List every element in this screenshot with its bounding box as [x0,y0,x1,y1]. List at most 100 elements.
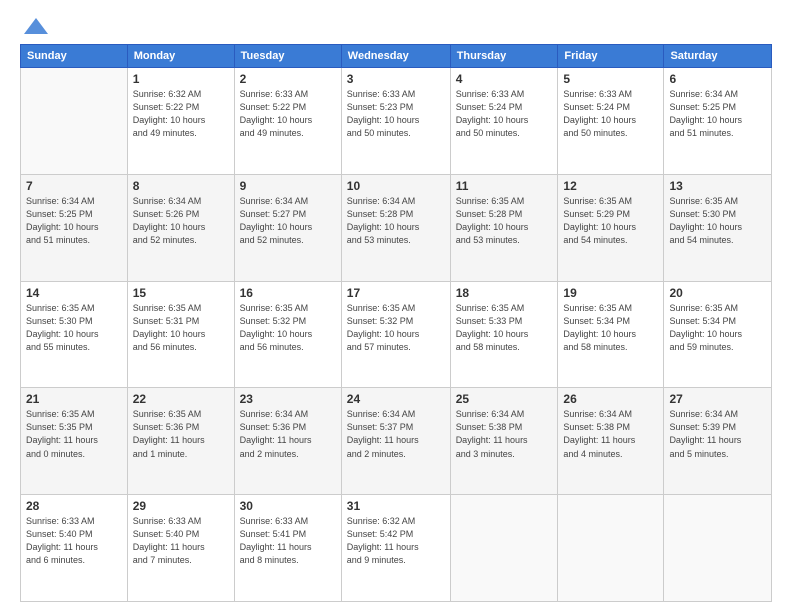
day-info: Sunrise: 6:34 AM Sunset: 5:36 PM Dayligh… [240,408,336,460]
calendar-day-27: 27 Sunrise: 6:34 AM Sunset: 5:39 PM Dayli… [664,388,772,495]
calendar-empty [450,495,558,602]
day-info: Sunrise: 6:35 AM Sunset: 5:31 PM Dayligh… [133,302,229,354]
calendar-day-5: 5Sunrise: 6:33 AM Sunset: 5:24 PM Daylig… [558,68,664,175]
calendar-day-2: 2 Sunrise: 6:33 AM Sunset: 5:22 PM Daylig… [234,68,341,175]
day-info: Sunrise: 6:34 AM Sunset: 5:27 PM Dayligh… [240,195,336,247]
calendar-day-30: 30 Sunrise: 6:33 AM Sunset: 5:41 PM Dayli… [234,495,341,602]
day-number: 13 [669,179,766,193]
calendar-day-15: 15 Sunrise: 6:35 AM Sunset: 5:31 PM Dayli… [127,281,234,388]
calendar-empty [558,495,664,602]
day-info: Sunrise: 6:35 AM Sunset: 5:30 PM Dayligh… [669,195,766,247]
day-number: 15 [133,286,229,300]
day-info: Sunrise: 6:35 AM Sunset: 5:33 PM Dayligh… [456,302,553,354]
calendar-day-10: 10Sunrise: 6:34 AM Sunset: 5:28 PM Dayli… [341,174,450,281]
calendar-day-13: 13 Sunrise: 6:35 AM Sunset: 5:30 PM Dayli… [664,174,772,281]
day-info: Sunrise: 6:34 AM Sunset: 5:38 PM Dayligh… [563,408,658,460]
day-number: 27 [669,392,766,406]
day-info: Sunrise: 6:35 AM Sunset: 5:34 PM Dayligh… [563,302,658,354]
calendar-day-17: 17 Sunrise: 6:35 AM Sunset: 5:32 PM Dayli… [341,281,450,388]
day-info: Sunrise: 6:35 AM Sunset: 5:29 PM Dayligh… [563,195,658,247]
day-number: 7 [26,179,122,193]
day-number: 8 [133,179,229,193]
logo [20,16,50,34]
day-number: 19 [563,286,658,300]
day-number: 23 [240,392,336,406]
day-info: Sunrise: 6:33 AM Sunset: 5:24 PM Dayligh… [456,88,553,140]
day-number: 30 [240,499,336,513]
day-number: 18 [456,286,553,300]
day-number: 14 [26,286,122,300]
calendar-table: SundayMondayTuesdayWednesdayThursdayFrid… [20,44,772,602]
calendar-day-20: 20 Sunrise: 6:35 AM Sunset: 5:34 PM Dayli… [664,281,772,388]
day-info: Sunrise: 6:34 AM Sunset: 5:39 PM Dayligh… [669,408,766,460]
day-number: 4 [456,72,553,86]
calendar-day-1: 1Sunrise: 6:32 AM Sunset: 5:22 PM Daylig… [127,68,234,175]
day-number: 31 [347,499,445,513]
calendar-day-3: 3Sunrise: 6:33 AM Sunset: 5:23 PM Daylig… [341,68,450,175]
calendar-day-9: 9 Sunrise: 6:34 AM Sunset: 5:27 PM Daylig… [234,174,341,281]
day-number: 24 [347,392,445,406]
day-header-monday: Monday [127,45,234,68]
calendar-day-12: 12 Sunrise: 6:35 AM Sunset: 5:29 PM Dayli… [558,174,664,281]
calendar-day-29: 29 Sunrise: 6:33 AM Sunset: 5:40 PM Dayli… [127,495,234,602]
calendar-day-25: 25 Sunrise: 6:34 AM Sunset: 5:38 PM Dayli… [450,388,558,495]
day-header-tuesday: Tuesday [234,45,341,68]
calendar-day-22: 22 Sunrise: 6:35 AM Sunset: 5:36 PM Dayli… [127,388,234,495]
day-info: Sunrise: 6:34 AM Sunset: 5:38 PM Dayligh… [456,408,553,460]
calendar-day-19: 19 Sunrise: 6:35 AM Sunset: 5:34 PM Dayli… [558,281,664,388]
day-number: 20 [669,286,766,300]
day-header-friday: Friday [558,45,664,68]
day-info: Sunrise: 6:35 AM Sunset: 5:34 PM Dayligh… [669,302,766,354]
day-number: 6 [669,72,766,86]
day-info: Sunrise: 6:34 AM Sunset: 5:37 PM Dayligh… [347,408,445,460]
day-info: Sunrise: 6:34 AM Sunset: 5:26 PM Dayligh… [133,195,229,247]
calendar-empty [664,495,772,602]
day-info: Sunrise: 6:35 AM Sunset: 5:35 PM Dayligh… [26,408,122,460]
day-number: 29 [133,499,229,513]
calendar-week-row: 1Sunrise: 6:32 AM Sunset: 5:22 PM Daylig… [21,68,772,175]
day-number: 1 [133,72,229,86]
day-info: Sunrise: 6:33 AM Sunset: 5:22 PM Dayligh… [240,88,336,140]
day-info: Sunrise: 6:34 AM Sunset: 5:25 PM Dayligh… [669,88,766,140]
day-header-wednesday: Wednesday [341,45,450,68]
day-number: 21 [26,392,122,406]
day-number: 9 [240,179,336,193]
day-info: Sunrise: 6:33 AM Sunset: 5:41 PM Dayligh… [240,515,336,567]
day-number: 16 [240,286,336,300]
day-info: Sunrise: 6:33 AM Sunset: 5:23 PM Dayligh… [347,88,445,140]
day-number: 2 [240,72,336,86]
calendar-day-28: 28Sunrise: 6:33 AM Sunset: 5:40 PM Dayli… [21,495,128,602]
day-info: Sunrise: 6:33 AM Sunset: 5:24 PM Dayligh… [563,88,658,140]
calendar-day-7: 7 Sunrise: 6:34 AM Sunset: 5:25 PM Daylig… [21,174,128,281]
day-number: 28 [26,499,122,513]
calendar-day-26: 26 Sunrise: 6:34 AM Sunset: 5:38 PM Dayli… [558,388,664,495]
day-number: 17 [347,286,445,300]
day-number: 22 [133,392,229,406]
calendar-day-31: 31 Sunrise: 6:32 AM Sunset: 5:42 PM Dayli… [341,495,450,602]
day-info: Sunrise: 6:35 AM Sunset: 5:32 PM Dayligh… [347,302,445,354]
day-header-sunday: Sunday [21,45,128,68]
calendar-empty [21,68,128,175]
calendar-day-8: 8 Sunrise: 6:34 AM Sunset: 5:26 PM Daylig… [127,174,234,281]
calendar-header-row: SundayMondayTuesdayWednesdayThursdayFrid… [21,45,772,68]
calendar-day-14: 14Sunrise: 6:35 AM Sunset: 5:30 PM Dayli… [21,281,128,388]
calendar-day-6: 6 Sunrise: 6:34 AM Sunset: 5:25 PM Daylig… [664,68,772,175]
day-number: 25 [456,392,553,406]
calendar-day-24: 24 Sunrise: 6:34 AM Sunset: 5:37 PM Dayli… [341,388,450,495]
day-info: Sunrise: 6:32 AM Sunset: 5:42 PM Dayligh… [347,515,445,567]
day-info: Sunrise: 6:33 AM Sunset: 5:40 PM Dayligh… [133,515,229,567]
calendar-day-4: 4 Sunrise: 6:33 AM Sunset: 5:24 PM Daylig… [450,68,558,175]
day-header-thursday: Thursday [450,45,558,68]
header [20,16,772,34]
day-number: 26 [563,392,658,406]
day-info: Sunrise: 6:35 AM Sunset: 5:36 PM Dayligh… [133,408,229,460]
day-number: 11 [456,179,553,193]
calendar-day-16: 16 Sunrise: 6:35 AM Sunset: 5:32 PM Dayli… [234,281,341,388]
day-info: Sunrise: 6:34 AM Sunset: 5:25 PM Dayligh… [26,195,122,247]
calendar-day-21: 21 Sunrise: 6:35 AM Sunset: 5:35 PM Dayli… [21,388,128,495]
day-info: Sunrise: 6:35 AM Sunset: 5:32 PM Dayligh… [240,302,336,354]
calendar-week-row: 7 Sunrise: 6:34 AM Sunset: 5:25 PM Daylig… [21,174,772,281]
day-number: 12 [563,179,658,193]
page: SundayMondayTuesdayWednesdayThursdayFrid… [0,0,792,612]
day-info: Sunrise: 6:35 AM Sunset: 5:28 PM Dayligh… [456,195,553,247]
